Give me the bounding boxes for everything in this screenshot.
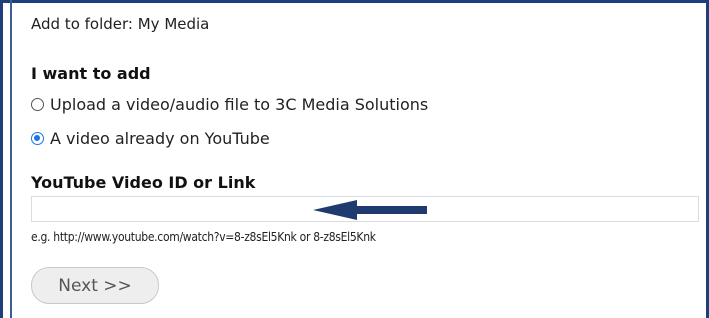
option-upload[interactable]: Upload a video/audio file to 3C Media So…: [31, 95, 428, 114]
radio-upload[interactable]: [31, 98, 44, 111]
option-youtube-label: A video already on YouTube: [50, 129, 270, 148]
option-upload-label: Upload a video/audio file to 3C Media So…: [50, 95, 429, 114]
option-youtube[interactable]: A video already on YouTube: [31, 129, 270, 148]
radio-youtube[interactable]: [31, 132, 44, 145]
left-divider: [10, 0, 12, 318]
folder-label: Add to folder: My Media: [31, 15, 210, 33]
youtube-heading: YouTube Video ID or Link: [31, 173, 256, 192]
left-arrow-icon: [313, 200, 427, 220]
next-button[interactable]: Next >>: [31, 267, 159, 304]
youtube-hint: e.g. http://www.youtube.com/watch?v=8-z8…: [31, 230, 376, 244]
add-heading: I want to add: [31, 64, 151, 83]
